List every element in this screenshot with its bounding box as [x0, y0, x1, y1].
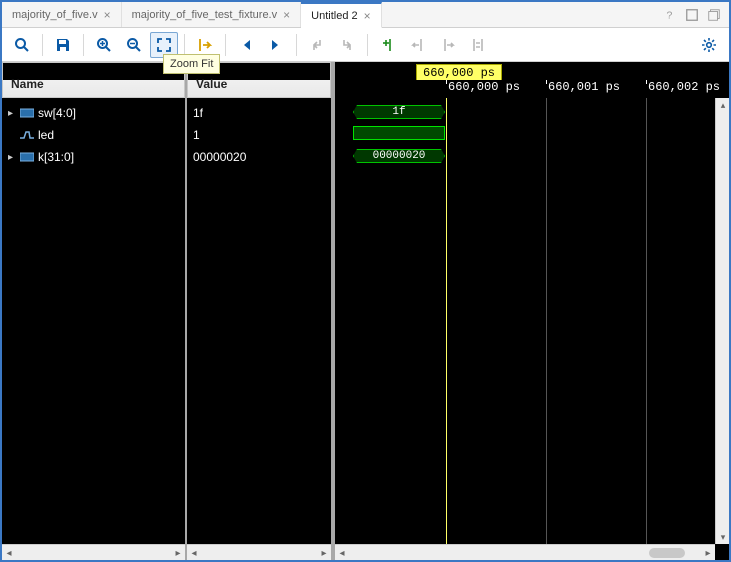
signal-row-sw[interactable]: ▸ sw[4:0] [2, 102, 185, 124]
svg-text:?: ? [667, 9, 673, 21]
tab-untitled-2[interactable]: Untitled 2 × [301, 2, 382, 28]
maximize-icon[interactable] [685, 8, 699, 22]
scroll-right-icon[interactable]: ▸ [701, 545, 715, 560]
gear-icon [701, 37, 717, 53]
zoom-out-button[interactable] [120, 32, 148, 58]
window-controls: ? [663, 2, 729, 27]
help-icon[interactable]: ? [663, 8, 677, 22]
scroll-left-icon[interactable]: ◂ [335, 545, 349, 560]
toolbar: Zoom Fit [2, 28, 729, 62]
swap-markers-icon [470, 37, 486, 53]
goto-start-icon [238, 37, 254, 53]
goto-end-icon [268, 37, 284, 53]
tab-test-fixture[interactable]: majority_of_five_test_fixture.v × [122, 2, 302, 27]
next-marker-icon [440, 37, 456, 53]
signal-name: k[31:0] [38, 150, 74, 164]
scroll-right-icon[interactable]: ▸ [171, 545, 185, 560]
next-transition-button[interactable] [333, 32, 361, 58]
goto-end-button[interactable] [262, 32, 290, 58]
tab-majority-of-five[interactable]: majority_of_five.v × [2, 2, 122, 27]
wave-high-signal [353, 126, 445, 140]
waveform-viewer-window: majority_of_five.v × majority_of_five_te… [0, 0, 731, 562]
close-icon[interactable]: × [364, 9, 371, 23]
save-icon [55, 37, 71, 53]
prev-marker-button[interactable] [404, 32, 432, 58]
bus-icon [20, 151, 34, 163]
time-tick: 660,000 ps [448, 80, 520, 94]
waveform-panel: 660,000 ps 660,000 ps 660,001 ps 660,002… [335, 62, 729, 560]
value-row[interactable]: 00000020 [187, 146, 331, 168]
close-icon[interactable]: × [104, 8, 111, 22]
names-panel: Name ▸ sw[4:0] led ▸ k[31:0] [2, 62, 187, 560]
scroll-left-icon[interactable]: ◂ [187, 545, 201, 560]
values-rows: 1f 1 00000020 [187, 98, 331, 544]
tab-label: majority_of_five_test_fixture.v [132, 9, 278, 21]
next-marker-button[interactable] [434, 32, 462, 58]
value-row[interactable]: 1 [187, 124, 331, 146]
gridline [646, 98, 647, 544]
tooltip: Zoom Fit [163, 54, 220, 74]
next-transition-icon [339, 37, 355, 53]
zoom-in-button[interactable] [90, 32, 118, 58]
close-icon[interactable]: × [283, 8, 290, 22]
names-header[interactable]: Name [2, 62, 185, 98]
zoom-fit-icon [156, 37, 172, 53]
time-cursor[interactable] [446, 98, 447, 544]
scroll-up-icon[interactable]: ▴ [716, 98, 729, 112]
signal-value: 00000020 [193, 150, 246, 164]
main-area: Name ▸ sw[4:0] led ▸ k[31:0] [2, 62, 729, 560]
scroll-down-icon[interactable]: ▾ [716, 530, 729, 544]
zoom-out-icon [126, 37, 142, 53]
signal-row-k[interactable]: ▸ k[31:0] [2, 146, 185, 168]
swap-markers-button[interactable] [464, 32, 492, 58]
wave-bus-value: 00000020 [353, 149, 445, 163]
signal-row-led[interactable]: led [2, 124, 185, 146]
expand-icon[interactable]: ▸ [8, 152, 16, 163]
save-button[interactable] [49, 32, 77, 58]
time-ruler[interactable]: 660,000 ps 660,000 ps 660,001 ps 660,002… [335, 62, 729, 98]
time-tick: 660,002 ps [648, 80, 720, 94]
settings-button[interactable] [695, 32, 723, 58]
scroll-right-icon[interactable]: ▸ [317, 545, 331, 560]
gridline [546, 98, 547, 544]
waveform-vscroll[interactable]: ▴ ▾ [715, 98, 729, 544]
signal-name: led [38, 128, 54, 142]
add-marker-button[interactable] [374, 32, 402, 58]
values-hscroll[interactable]: ◂ ▸ [187, 544, 331, 560]
signal-name: sw[4:0] [38, 106, 76, 120]
waveform-hscroll[interactable]: ◂ ▸ [335, 544, 715, 560]
names-hscroll[interactable]: ◂ ▸ [2, 544, 185, 560]
prev-transition-button[interactable] [303, 32, 331, 58]
restore-icon[interactable] [707, 8, 721, 22]
expand-icon[interactable]: ▸ [8, 108, 16, 119]
tab-bar: majority_of_five.v × majority_of_five_te… [2, 2, 729, 28]
zoom-in-icon [96, 37, 112, 53]
scrollbar-thumb[interactable] [649, 548, 685, 558]
signal-value: 1f [193, 106, 203, 120]
tab-label: Untitled 2 [311, 10, 357, 22]
wire-icon [20, 129, 34, 141]
goto-cursor-icon [197, 37, 213, 53]
search-icon [14, 37, 30, 53]
add-marker-icon [380, 37, 396, 53]
scroll-left-icon[interactable]: ◂ [2, 545, 16, 560]
bus-icon [20, 107, 34, 119]
waveform-canvas[interactable]: 1f 00000020 [335, 98, 715, 544]
signal-value: 1 [193, 128, 200, 142]
prev-marker-icon [410, 37, 426, 53]
wave-bus-value: 1f [353, 105, 445, 119]
search-button[interactable] [8, 32, 36, 58]
time-tick: 660,001 ps [548, 80, 620, 94]
tab-label: majority_of_five.v [12, 9, 98, 21]
names-rows: ▸ sw[4:0] led ▸ k[31:0] [2, 98, 185, 544]
goto-start-button[interactable] [232, 32, 260, 58]
values-panel: Value 1f 1 00000020 ◂ ▸ [187, 62, 335, 560]
prev-transition-icon [309, 37, 325, 53]
value-row[interactable]: 1f [187, 102, 331, 124]
